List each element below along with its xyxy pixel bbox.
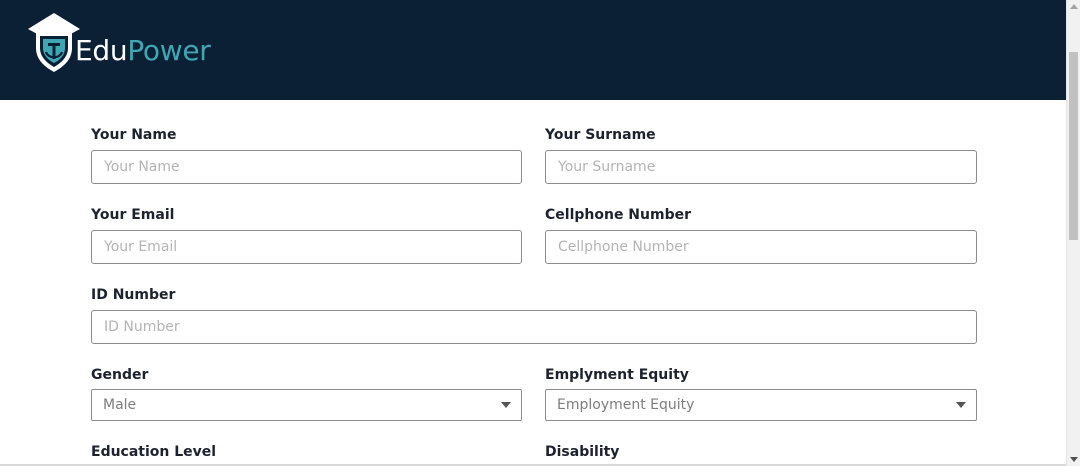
employment-equity-label: Emplyment Equity — [545, 367, 689, 383]
brand-name-part-2: Power — [127, 34, 211, 67]
vertical-scrollbar[interactable] — [1066, 0, 1080, 466]
email-input[interactable] — [91, 230, 522, 264]
email-label: Your Email — [91, 207, 175, 223]
site-header: EduPower — [0, 0, 1066, 100]
scrollbar-thumb[interactable] — [1069, 52, 1078, 240]
scroll-down-icon[interactable] — [1070, 457, 1078, 462]
gender-select-value: Male — [103, 397, 137, 413]
cellphone-label: Cellphone Number — [545, 207, 692, 223]
cellphone-input[interactable] — [545, 230, 977, 264]
surname-input[interactable] — [545, 150, 977, 184]
disability-label: Disability — [545, 444, 620, 460]
employment-equity-select[interactable]: Employment Equity — [545, 389, 977, 421]
employment-equity-select-value: Employment Equity — [557, 397, 695, 413]
name-input[interactable] — [91, 150, 522, 184]
brand-name[interactable]: EduPower — [75, 31, 211, 71]
education-level-label: Education Level — [91, 444, 217, 460]
gender-label: Gender — [91, 367, 149, 383]
caret-down-icon — [956, 402, 966, 408]
gender-select[interactable]: Male — [91, 389, 522, 421]
name-label: Your Name — [91, 127, 177, 143]
surname-label: Your Surname — [545, 127, 656, 143]
id-number-label: ID Number — [91, 287, 176, 303]
scroll-up-icon[interactable] — [1070, 4, 1078, 9]
brand-name-part-1: Edu — [75, 34, 128, 67]
viewport: EduPower Your Name Your Surname Your Ema… — [0, 0, 1080, 466]
caret-down-icon — [501, 402, 511, 408]
id-number-input[interactable] — [91, 310, 977, 344]
